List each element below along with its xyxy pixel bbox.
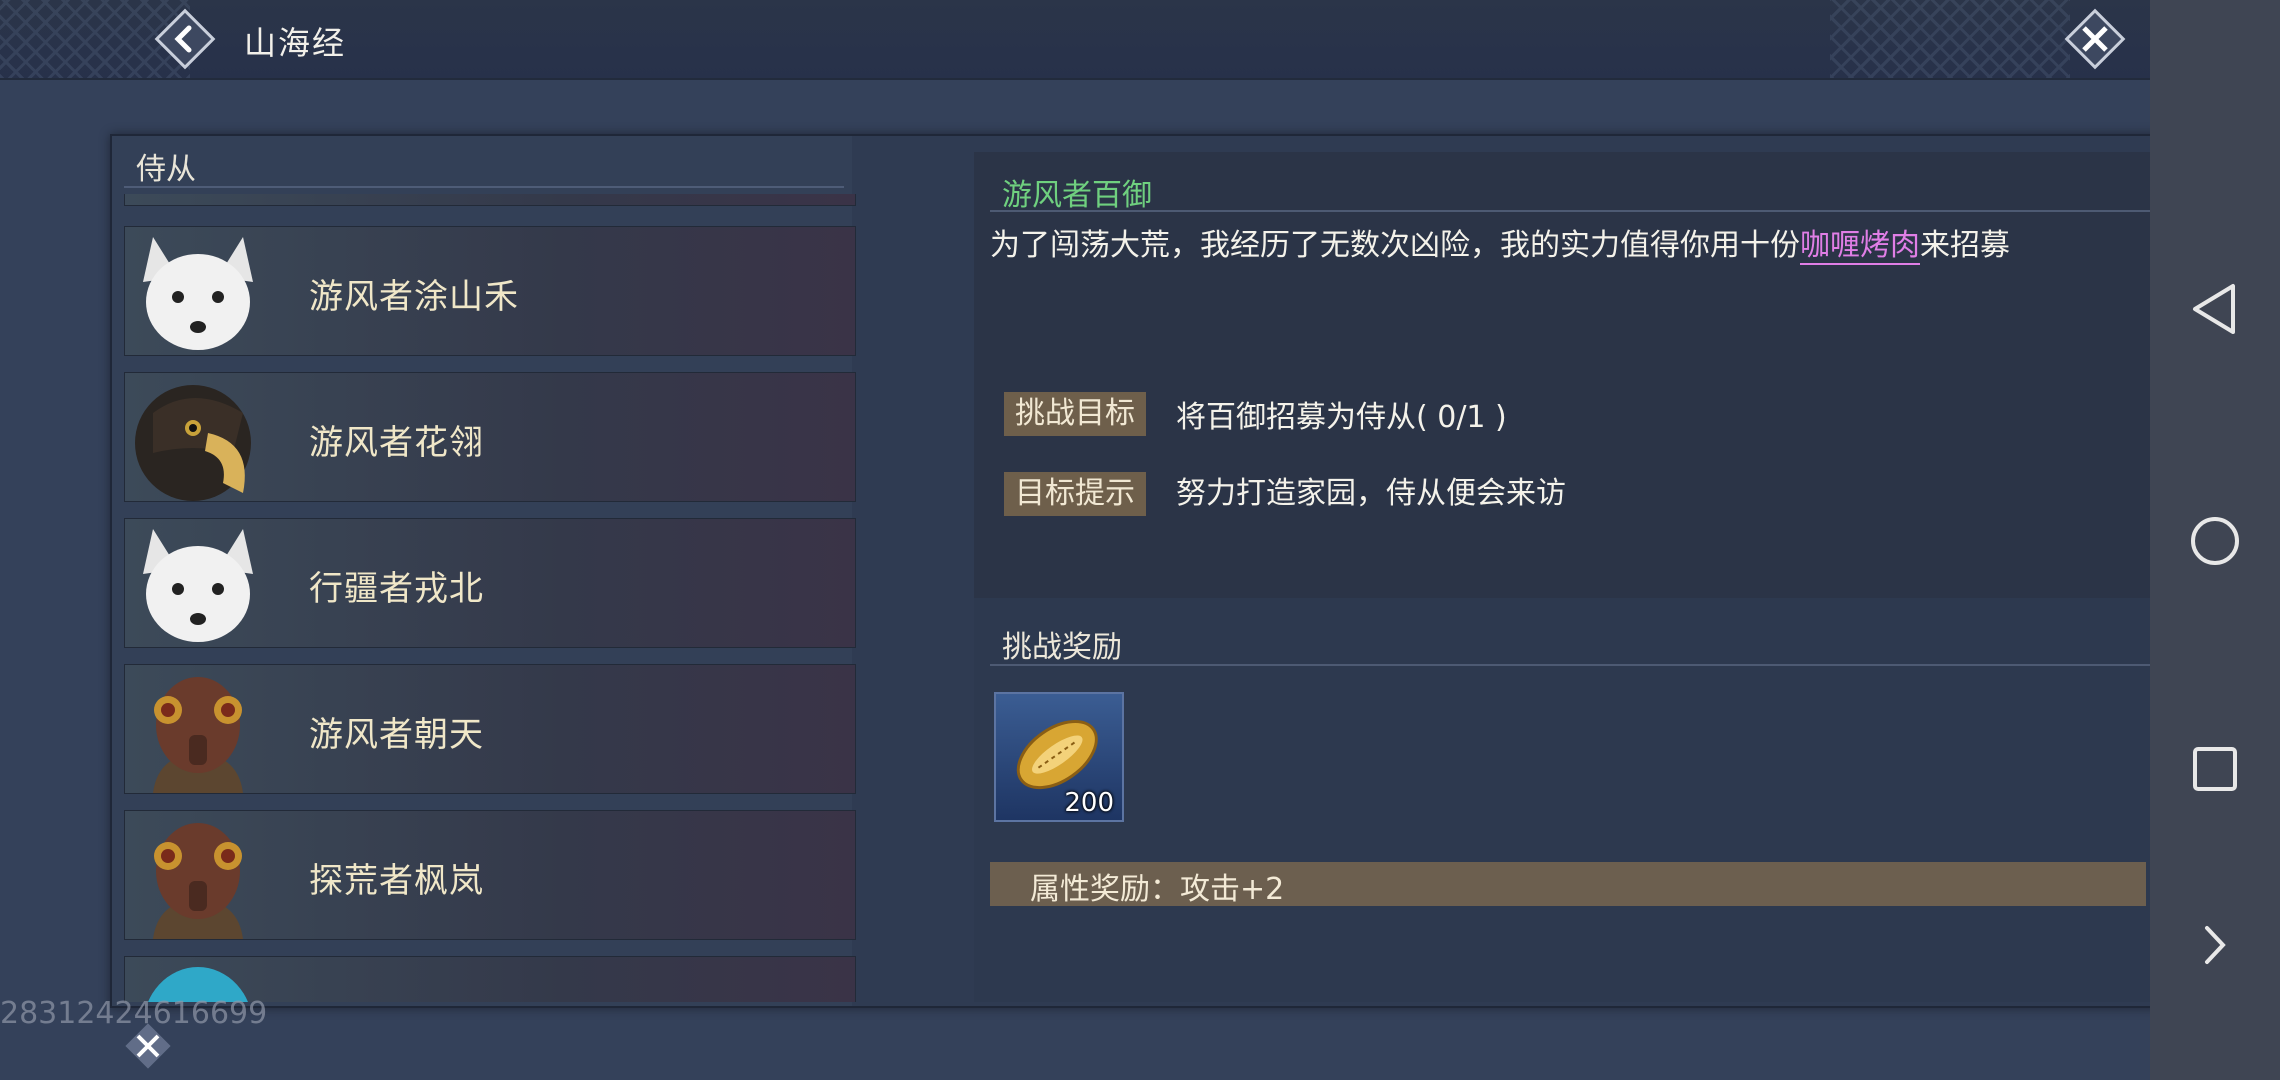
hint-label: 目标提示	[1004, 472, 1146, 516]
divider	[990, 210, 2150, 212]
reward-title: 挑战奖励	[1002, 630, 1122, 665]
fly-mask-icon	[153, 823, 243, 939]
quest-info: 游风者百御 为了闯荡大荒，我经历了无数次凶险，我的实力值得你用十份咖喱烤肉来招募…	[974, 152, 2164, 598]
back-arrow-icon	[154, 8, 216, 70]
system-nav-bar	[2150, 0, 2280, 1080]
reward-item-slot[interactable]: 200	[994, 692, 1124, 822]
nav-back-button[interactable]	[2150, 264, 2280, 354]
food-item-link[interactable]: 咖喱烤肉	[1800, 228, 1920, 265]
chevron-right-icon	[2205, 926, 2226, 964]
decorative-pattern	[1830, 0, 2070, 78]
follower-name: 游风者涂山禾	[309, 277, 519, 317]
divider	[990, 664, 2150, 666]
attribute-reward-bar: 属性奖励：攻击+2	[990, 862, 2146, 907]
page-title: 山海经	[244, 24, 347, 62]
list-item[interactable]	[124, 194, 856, 206]
follower-name: 游风者花翎	[309, 423, 484, 463]
goal-text: 将百御招募为侍从( 0/1 )	[1176, 400, 1507, 435]
reward-count: 200	[1064, 788, 1114, 818]
follower-name: 行疆者戎北	[309, 569, 484, 609]
list-scroll-area[interactable]: 游风者涂山禾 游风者花翎 行疆者戎北 游风者朝天 探荒者枫岚	[124, 194, 864, 1002]
fly-mask-icon	[153, 677, 243, 793]
quote-text: 来招募	[1920, 228, 2010, 263]
list-item[interactable]: 游风者涂山禾	[124, 226, 856, 356]
main-panel: 侍从 游风者涂山禾 游风者花翎 行疆者戎北 游风者朝天 探荒者枫岚 游风者百御 …	[110, 134, 2172, 1008]
list-item[interactable]: 游风者花翎	[124, 372, 856, 502]
top-bar: 山海经	[0, 0, 2150, 80]
divider	[124, 186, 844, 188]
npc-name: 游风者百御	[1002, 178, 1152, 213]
back-button[interactable]	[152, 6, 218, 72]
attribute-reward-text: 属性奖励：攻击+2	[1030, 872, 1285, 907]
list-title: 侍从	[136, 152, 196, 187]
close-icon	[2064, 8, 2126, 70]
list-item[interactable]: 探荒者枫岚	[124, 810, 856, 940]
quote-text: 为了闯荡大荒，我经历了无数次凶险，我的实力值得你用十份	[990, 228, 1800, 263]
triangle-back-icon	[2193, 284, 2235, 334]
nav-expand-button[interactable]	[2150, 900, 2280, 990]
follower-name: 探荒者枫岚	[309, 861, 484, 901]
white-fox-icon	[143, 529, 253, 642]
crossed-swords-icon	[125, 1023, 171, 1069]
eagle-icon	[135, 385, 251, 501]
detail-pane: 游风者百御 为了闯荡大荒，我经历了无数次凶险，我的实力值得你用十份咖喱烤肉来招募…	[974, 152, 2164, 1002]
close-button[interactable]	[2060, 4, 2130, 74]
list-item[interactable]: 行疆者戎北	[124, 518, 856, 648]
follower-name: 游风者朝天	[309, 715, 484, 755]
hint-text: 努力打造家园，侍从便会来访	[1176, 476, 1566, 511]
follower-list: 侍从 游风者涂山禾 游风者花翎 行疆者戎北 游风者朝天 探荒者枫岚	[112, 136, 856, 1006]
settings-button[interactable]	[120, 1018, 176, 1074]
circle-home-icon	[2191, 517, 2239, 565]
list-item[interactable]: 游风者朝天	[124, 664, 856, 794]
nav-home-button[interactable]	[2150, 496, 2280, 586]
goal-label: 挑战目标	[1004, 392, 1146, 436]
square-recents-icon	[2193, 747, 2237, 791]
nav-recents-button[interactable]	[2150, 724, 2280, 814]
npc-quote: 为了闯荡大荒，我经历了无数次凶险，我的实力值得你用十份咖喱烤肉来招募	[990, 220, 2010, 265]
white-fox-icon	[143, 237, 253, 350]
